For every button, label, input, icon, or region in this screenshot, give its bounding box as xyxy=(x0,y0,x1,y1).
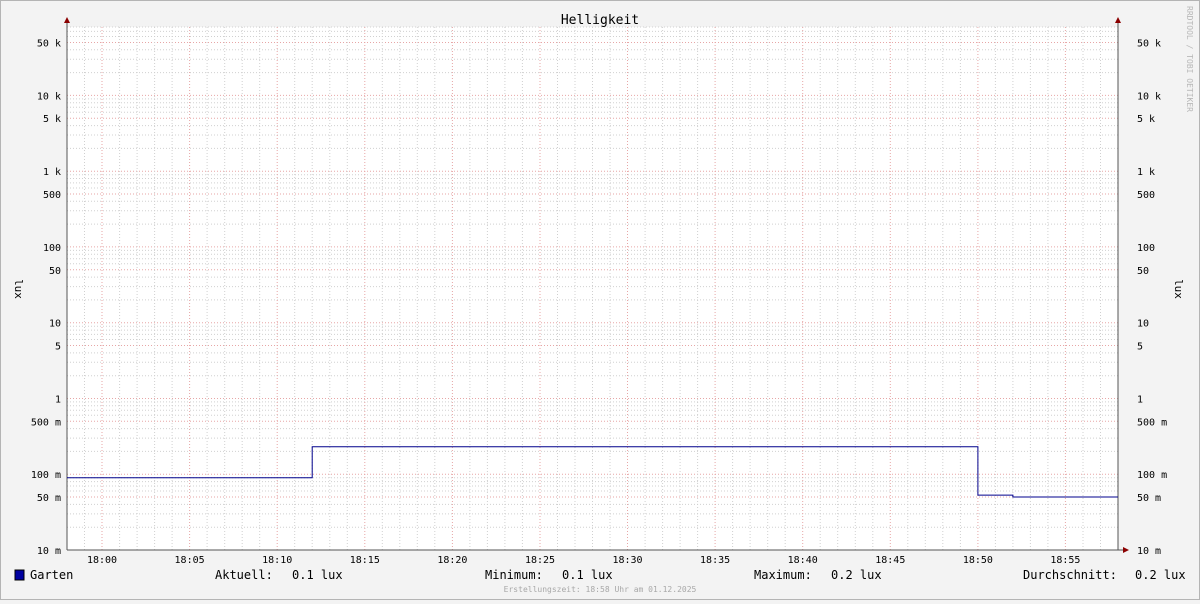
y-tick-label-right: 10 xyxy=(1137,319,1149,330)
x-tick-label: 18:50 xyxy=(963,555,993,566)
y-tick-label-left: 100 xyxy=(43,243,61,254)
y-tick-label-left: 500 xyxy=(43,190,61,201)
chart-title: Helligkeit xyxy=(561,13,639,28)
y-tick-label-left: 50 k xyxy=(37,39,61,50)
y-tick-label-right: 100 xyxy=(1137,243,1155,254)
y-axis-arrow-right xyxy=(1115,17,1121,23)
legend-stat-avg-label: Durchschnitt: xyxy=(1023,568,1117,582)
legend: Garten Aktuell: 0.1 lux Minimum: 0.1 lux… xyxy=(14,568,1186,582)
legend-series-label: Garten xyxy=(30,568,73,582)
y-tick-label-right: 500 xyxy=(1137,190,1155,201)
y-tick-label-right: 1 xyxy=(1137,395,1143,406)
y-tick-label-right: 10 k xyxy=(1137,91,1161,102)
legend-stat-avg-value: 0.2 lux xyxy=(1135,568,1186,582)
y-tick-label-left: 500 m xyxy=(31,417,61,428)
y-tick-label-right: 5 k xyxy=(1137,114,1155,125)
y-tick-label-left: 10 m xyxy=(37,546,61,557)
x-tick-label: 18:45 xyxy=(875,555,905,566)
y-axis-arrow-left xyxy=(64,17,70,23)
y-tick-label-left: 10 k xyxy=(37,91,61,102)
x-tick-label: 18:35 xyxy=(700,555,730,566)
chart-frame: 10 m 10 m 50 m 50 m 100 m 100 m 500 m 500 m 1 1 5 5… xyxy=(0,0,1200,600)
y-tick-label-right: 5 xyxy=(1137,342,1143,353)
chart-svg: 10 m 10 m 50 m 50 m 100 m 100 m 500 m 500 m 1 1 5 5… xyxy=(12,6,1194,594)
y-tick-label-left: 1 xyxy=(55,395,61,406)
x-tick-label: 18:10 xyxy=(262,555,292,566)
x-axis-arrow xyxy=(1123,547,1129,553)
y-tick-label-left: 1 k xyxy=(43,167,61,178)
x-tick-label: 18:40 xyxy=(788,555,818,566)
grid xyxy=(66,26,1119,551)
y-tick-label-left: 50 m xyxy=(37,493,61,504)
x-tick-label: 18:20 xyxy=(437,555,467,566)
x-tick-label: 18:15 xyxy=(350,555,380,566)
legend-stat-current-label: Aktuell: xyxy=(215,568,273,582)
y-tick-label-right: 50 xyxy=(1137,266,1149,277)
y-tick-label-left: 5 xyxy=(55,342,61,353)
x-tick-label: 18:00 xyxy=(87,555,117,566)
y-tick-label-left: 5 k xyxy=(43,114,61,125)
legend-stat-max-label: Maximum: xyxy=(754,568,812,582)
y-tick-label-left: 50 xyxy=(49,266,61,277)
x-tick-label: 18:05 xyxy=(175,555,205,566)
y-tick-label-right: 50 m xyxy=(1137,493,1161,504)
y-tick-label-right: 500 m xyxy=(1137,417,1167,428)
legend-swatch-garten xyxy=(14,569,25,581)
creation-time-footer: Erstellungszeit: 18:58 Uhr am 01.12.2025 xyxy=(504,585,697,594)
rrdtool-watermark: RRDTOOL / TOBI OETIKER xyxy=(1185,6,1194,112)
y-tick-label-right: 10 m xyxy=(1137,546,1161,557)
y-tick-label-right: 100 m xyxy=(1137,470,1167,481)
legend-stat-current-value: 0.1 lux xyxy=(292,568,343,582)
x-tick-labels: 18:00 18:05 18:10 18:15 18:20 18:25 18:30 18:35… xyxy=(87,555,1081,566)
x-tick-label: 18:30 xyxy=(612,555,642,566)
y-tick-label-right: 50 k xyxy=(1137,39,1161,50)
y-tick-label-left: 10 xyxy=(49,319,61,330)
y-axis-label-right: lux xyxy=(1172,279,1185,299)
legend-stat-max-value: 0.2 lux xyxy=(831,568,882,582)
x-tick-label: 18:25 xyxy=(525,555,555,566)
y-tick-label-right: 1 k xyxy=(1137,167,1155,178)
x-tick-label: 18:55 xyxy=(1050,555,1080,566)
legend-stat-min-label: Minimum: xyxy=(485,568,543,582)
legend-stat-min-value: 0.1 lux xyxy=(562,568,613,582)
y-tick-label-left: 100 m xyxy=(31,470,61,481)
y-axis-label-left: lux xyxy=(12,279,25,299)
